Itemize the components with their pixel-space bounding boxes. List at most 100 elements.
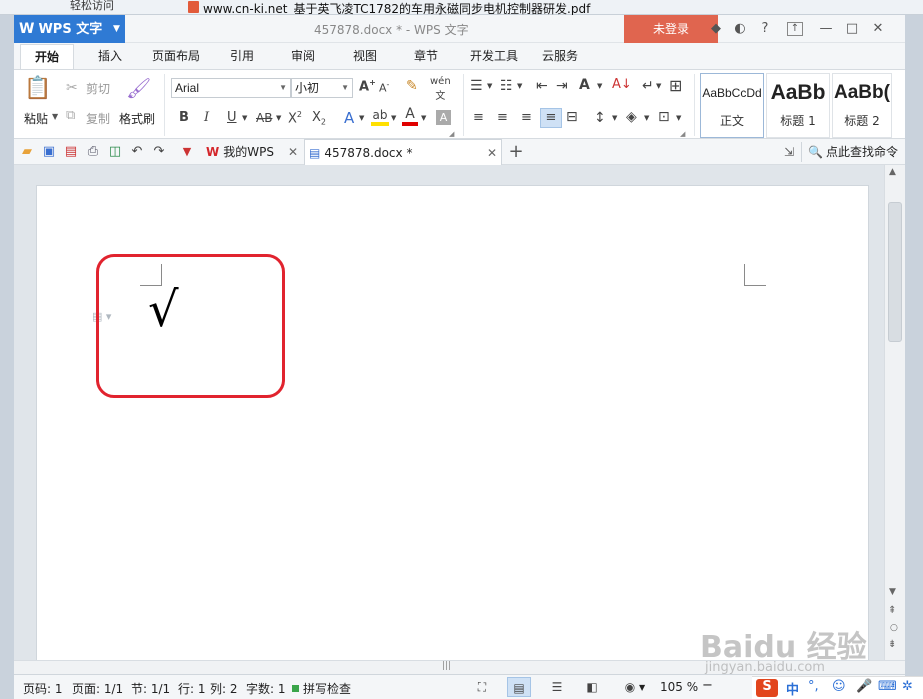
tab-developer[interactable]: 开发工具 xyxy=(464,44,524,69)
punctuation-icon[interactable]: °, xyxy=(808,679,819,694)
outline-view-icon[interactable]: ☰ xyxy=(545,677,569,697)
tab-chapter[interactable]: 章节 xyxy=(402,44,450,69)
scroll-up-icon[interactable]: ▲ xyxy=(889,167,896,177)
print-icon[interactable]: ⎙ xyxy=(84,143,102,161)
undo-icon[interactable]: ↶ xyxy=(128,143,146,161)
align-right-icon[interactable]: ≡ xyxy=(521,110,532,125)
chevron-down-icon[interactable]: ▼ xyxy=(639,683,645,692)
cloud-sync-icon[interactable]: ◐ xyxy=(731,20,749,38)
save-icon[interactable]: ▣ xyxy=(40,143,58,161)
chevron-down-icon[interactable]: ▼ xyxy=(487,82,492,90)
bullet-list-icon[interactable]: ☰ xyxy=(470,78,483,94)
open-folder-icon[interactable]: ▰ xyxy=(18,143,36,161)
tab-page-layout[interactable]: 页面布局 xyxy=(144,44,208,69)
format-painter-button[interactable]: 格式刷 xyxy=(119,110,155,127)
zoom-out-icon[interactable]: − xyxy=(702,678,713,693)
text-effect-icon[interactable]: A xyxy=(344,109,354,127)
subscript-icon[interactable]: X2 xyxy=(312,110,326,127)
customize-toolbar-icon[interactable]: ▼ xyxy=(178,143,196,161)
style-normal[interactable]: AaBbCcDd 正文 xyxy=(700,73,764,138)
chevron-down-icon[interactable]: ▼ xyxy=(242,114,247,122)
chevron-down-icon[interactable]: ▼ xyxy=(612,114,617,122)
chevron-down-icon[interactable]: ▼ xyxy=(391,114,396,122)
export-pdf-icon[interactable]: ▤ xyxy=(62,143,80,161)
align-center-icon[interactable]: ≡ xyxy=(497,110,508,125)
decrease-indent-icon[interactable]: ⇤ xyxy=(536,78,548,94)
microphone-icon[interactable]: 🎤 xyxy=(856,679,872,694)
ime-mode[interactable]: 中 xyxy=(786,679,799,698)
chevron-down-icon[interactable]: ▼ xyxy=(276,114,281,122)
tab-review[interactable]: 审阅 xyxy=(279,44,327,69)
fullscreen-view-icon[interactable]: ⛶ xyxy=(470,677,494,697)
vertical-scrollbar[interactable]: ▲ ▼ ⇞ ○ ⇟ xyxy=(884,165,905,660)
chevron-down-icon[interactable]: ▼ xyxy=(644,114,649,122)
emoji-icon[interactable]: ☺ xyxy=(832,679,846,694)
status-word-count[interactable]: 字数: 1 xyxy=(246,680,286,697)
status-pages[interactable]: 页面: 1/1 xyxy=(72,680,123,697)
style-heading-2[interactable]: AaBb( 标题 2 xyxy=(832,73,892,138)
sort-icon[interactable]: A↓ xyxy=(612,77,632,92)
char-shading-icon[interactable]: A xyxy=(436,110,451,125)
paste-dropdown-icon[interactable]: ▼ xyxy=(52,112,58,121)
zoom-level[interactable]: 105 % xyxy=(660,680,698,694)
tab-view[interactable]: 视图 xyxy=(341,44,389,69)
font-name-select[interactable]: Arial ▼ xyxy=(171,78,291,98)
chevron-down-icon[interactable]: ▼ xyxy=(359,114,364,122)
next-page-icon[interactable]: ⇟ xyxy=(888,639,896,650)
font-color-icon[interactable]: A xyxy=(402,106,418,126)
scroll-down-icon[interactable]: ▼ xyxy=(889,587,896,597)
numbered-list-icon[interactable]: ☷ xyxy=(500,78,513,94)
close-tab-icon[interactable]: ✕ xyxy=(288,139,298,165)
distributed-align-icon[interactable]: ⊟ xyxy=(566,109,578,125)
change-case-icon[interactable]: A xyxy=(579,77,590,93)
cut-button[interactable]: 剪切 xyxy=(86,80,110,97)
copy-button[interactable]: 复制 xyxy=(86,110,110,127)
tab-references[interactable]: 引用 xyxy=(218,44,266,69)
font-size-select[interactable]: 小初 ▼ xyxy=(291,78,353,98)
scroll-grip-icon[interactable]: ||| xyxy=(442,661,451,671)
new-tab-plus-icon[interactable]: + xyxy=(507,143,525,161)
app-menu-button[interactable]: W WPS 文字 ▼ xyxy=(14,15,125,43)
superscript-icon[interactable]: X2 xyxy=(288,110,302,126)
desktop-item-label[interactable]: 轻松访问 xyxy=(70,0,114,13)
maximize-icon[interactable]: □ xyxy=(843,20,861,38)
restore-window-icon[interactable]: ↑ xyxy=(787,22,803,36)
chevron-down-icon[interactable]: ▼ xyxy=(517,82,522,90)
grow-font-icon[interactable]: A+ xyxy=(359,78,376,94)
chevron-down-icon[interactable]: ▼ xyxy=(676,114,681,122)
sogou-logo-icon[interactable]: S xyxy=(756,679,778,697)
paste-button[interactable]: 粘贴 xyxy=(24,110,48,127)
close-icon[interactable]: ✕ xyxy=(869,20,887,38)
ime-settings-icon[interactable]: ✲ xyxy=(902,679,913,694)
page-view-icon[interactable]: ▤ xyxy=(507,677,531,697)
status-section[interactable]: 节: 1/1 xyxy=(131,680,170,697)
line-spacing-icon[interactable]: ↕ xyxy=(594,110,606,126)
paragraph-mark-icon[interactable]: ↵ xyxy=(642,78,654,94)
font-dialog-launcher-icon[interactable]: ◢ xyxy=(449,130,454,138)
minimize-icon[interactable]: — xyxy=(817,20,835,38)
chevron-down-icon[interactable]: ▼ xyxy=(656,82,661,90)
align-left-icon[interactable]: ≡ xyxy=(473,110,484,125)
chevron-down-icon[interactable]: ▼ xyxy=(421,114,426,122)
tab-home[interactable]: 开始 xyxy=(20,44,74,69)
shrink-font-icon[interactable]: A- xyxy=(379,80,389,95)
spell-check-button[interactable]: 拼写检查 xyxy=(303,680,351,697)
chevron-down-icon[interactable]: ▼ xyxy=(597,82,602,90)
clear-format-icon[interactable]: ✎ xyxy=(406,78,418,94)
tab-insert[interactable]: 插入 xyxy=(86,44,134,69)
status-row[interactable]: 行: 1 xyxy=(178,680,206,697)
status-page-number[interactable]: 页码: 1 xyxy=(23,680,63,697)
login-button[interactable]: 未登录 xyxy=(624,15,718,43)
doc-tab-my-wps[interactable]: W 我的WPS ✕ xyxy=(202,139,302,165)
select-browse-object-icon[interactable]: ○ xyxy=(890,623,898,633)
previous-page-icon[interactable]: ⇞ xyxy=(888,605,896,616)
shading-bucket-icon[interactable]: ◈ xyxy=(626,109,637,125)
collapse-ribbon-icon[interactable]: ⇲ xyxy=(780,143,798,161)
strikethrough-icon[interactable]: AB xyxy=(256,111,272,125)
borders-icon[interactable]: ⊡ xyxy=(658,109,670,125)
status-column[interactable]: 列: 2 xyxy=(210,680,238,697)
paste-icon[interactable]: 📋 xyxy=(24,76,52,102)
close-tab-icon[interactable]: ✕ xyxy=(487,140,497,166)
underline-icon[interactable]: U xyxy=(227,110,237,125)
highlight-color-icon[interactable]: ab xyxy=(371,108,389,126)
